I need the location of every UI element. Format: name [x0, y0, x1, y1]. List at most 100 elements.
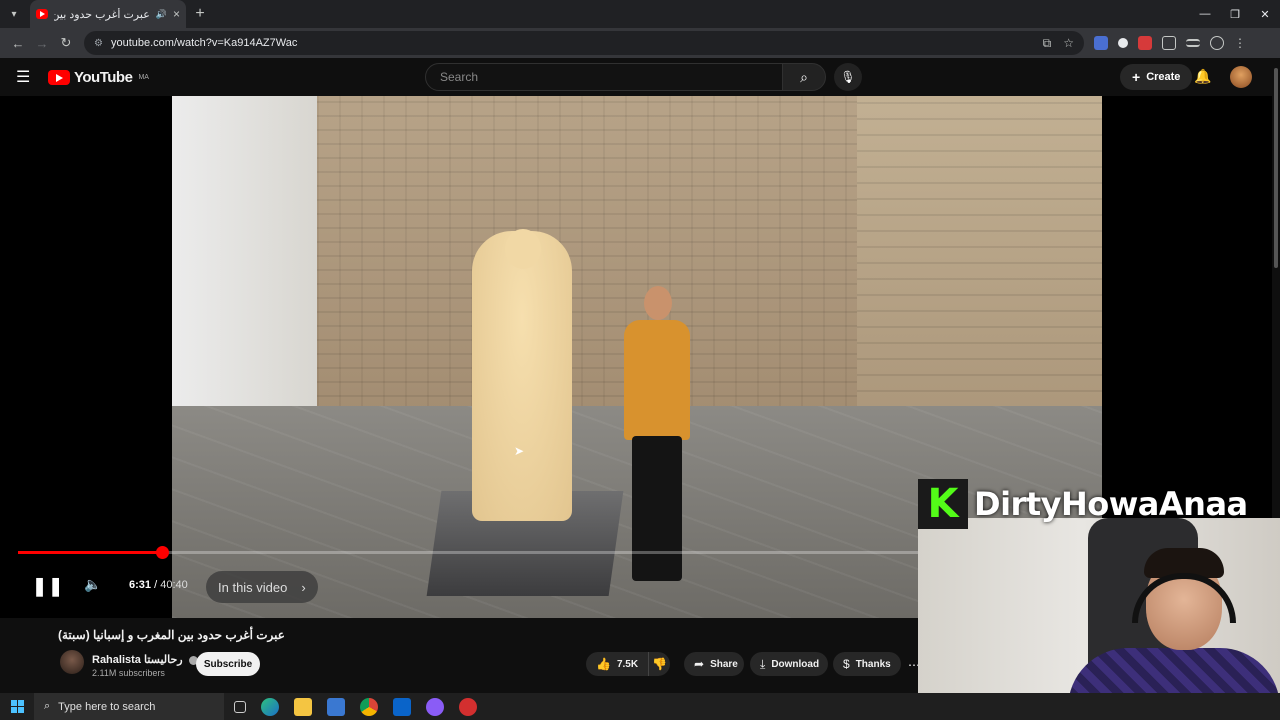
browser-tab-strip: ▾ عبرت أغرب حدود بين المغرب 🔊 × + — ❐ ✕: [0, 0, 1280, 28]
video-title: عبرت أغرب حدود بين المغرب و إسبانيا (سبت…: [58, 628, 285, 642]
progress-played: [18, 551, 162, 554]
search-box: [425, 63, 783, 91]
share-label: Share: [710, 658, 738, 670]
edge-icon[interactable]: [261, 697, 279, 716]
browser-tab-active[interactable]: عبرت أغرب حدود بين المغرب 🔊 ×: [30, 0, 186, 28]
statue: [472, 231, 572, 521]
back-button[interactable]: ←: [6, 36, 30, 51]
channel-name-row[interactable]: Rahalista رحاليستا: [92, 653, 198, 666]
chevron-right-icon: ›: [301, 579, 306, 595]
presenter-pants: [632, 436, 682, 581]
tab-title: عبرت أغرب حدود بين المغرب: [54, 8, 150, 21]
site-info-icon[interactable]: ⚙: [94, 38, 103, 49]
pause-icon[interactable]: ❚❚: [32, 576, 64, 597]
country-code: MA: [138, 73, 149, 81]
progress-scrubber[interactable]: [156, 546, 169, 559]
share-arrow-icon: ➦: [694, 657, 705, 671]
time-display: 6:31 / 40:40: [129, 579, 188, 591]
dislike-button[interactable]: 👎: [648, 652, 670, 676]
windows-taskbar: ⌕ Type here to search: [0, 693, 1280, 720]
red-extension-icon[interactable]: [1138, 36, 1152, 50]
file-explorer-icon[interactable]: [294, 697, 312, 716]
windows-start-icon[interactable]: [0, 700, 34, 713]
download-label: Download: [771, 658, 820, 670]
thanks-dollar-icon: $: [843, 657, 850, 671]
browser-toolbar: ← → ↻ ⚙ youtube.com/watch?v=Ka914AZ7Wac …: [0, 28, 1280, 58]
kick-logo-icon: K: [918, 479, 968, 529]
address-bar[interactable]: ⚙ youtube.com/watch?v=Ka914AZ7Wac ⧉ ☆: [84, 31, 1084, 55]
webcam-overlay: [918, 518, 1280, 720]
like-count: 7.5K: [616, 658, 639, 670]
close-window-icon[interactable]: ✕: [1250, 8, 1280, 21]
youtube-header: ☰ YouTube MA ⌕ 🎙 + Create 🔔: [0, 58, 1280, 96]
create-label: Create: [1146, 71, 1181, 83]
mouse-cursor-icon: ➤: [514, 444, 525, 458]
statue-head: [505, 229, 541, 269]
channel-avatar[interactable]: [60, 650, 84, 674]
chrome-icon[interactable]: [360, 697, 378, 716]
search-icon: ⌕: [800, 68, 808, 85]
url-text: youtube.com/watch?v=Ka914AZ7Wac: [110, 37, 298, 49]
video-info: عبرت أغرب حدود بين المغرب و إسبانيا (سبت…: [0, 618, 920, 686]
channel-name: Rahalista رحاليستا: [92, 654, 183, 666]
thumbs-up-icon: 👍: [596, 657, 611, 671]
thanks-button[interactable]: $ Thanks: [833, 652, 901, 676]
install-app-icon[interactable]: ⧉: [1043, 36, 1052, 51]
tab-search-chevron-icon[interactable]: ▾: [0, 0, 28, 28]
current-time: 6:31: [129, 579, 152, 591]
tab-audio-icon[interactable]: 🔊: [156, 9, 167, 20]
chapter-label: In this video: [218, 579, 288, 595]
restore-window-icon[interactable]: ❐: [1220, 8, 1250, 21]
microphone-icon: 🎙: [840, 70, 856, 84]
minimize-window-icon[interactable]: —: [1190, 8, 1220, 21]
bookmark-star-icon[interactable]: ☆: [1063, 36, 1074, 51]
subscriber-count: 2.11M subscribers: [92, 668, 165, 678]
volume-icon[interactable]: 🔈: [84, 576, 101, 593]
taskbar-search[interactable]: ⌕ Type here to search: [34, 693, 224, 720]
create-button[interactable]: + Create: [1120, 64, 1193, 90]
guide-menu-icon[interactable]: ☰: [16, 67, 36, 87]
forward-button[interactable]: →: [30, 36, 54, 51]
store-icon[interactable]: [327, 697, 345, 716]
presenter-shirt: [624, 320, 690, 440]
download-button[interactable]: ⤓ Download: [750, 652, 828, 676]
progress-bar[interactable]: [18, 546, 918, 559]
search-icon: ⌕: [44, 700, 51, 712]
chrome-menu-icon[interactable]: ⋮: [1234, 36, 1246, 50]
notifications-bell-icon[interactable]: 🔔: [1194, 68, 1211, 85]
recorder-icon[interactable]: [459, 697, 477, 716]
presenter: [624, 286, 690, 586]
thumbs-down-icon: 👎: [652, 657, 667, 671]
taskbar-search-placeholder: Type here to search: [58, 700, 156, 713]
download-icon: ⤓: [760, 656, 766, 671]
media-control-icon[interactable]: [1186, 39, 1200, 47]
plus-icon: +: [1132, 69, 1141, 85]
new-tab-button[interactable]: +: [186, 5, 214, 23]
task-view-icon[interactable]: [234, 700, 246, 713]
tab-close-icon[interactable]: ×: [173, 7, 180, 21]
youtube-logo[interactable]: YouTube MA: [48, 69, 149, 86]
like-button[interactable]: 👍 7.5K: [586, 652, 650, 676]
youtube-play-logo-icon: [48, 69, 70, 85]
presenter-head: [644, 286, 672, 320]
reload-button[interactable]: ↻: [54, 35, 78, 51]
translate-extension-icon[interactable]: [1094, 36, 1108, 50]
search-input[interactable]: [440, 70, 782, 84]
account-avatar[interactable]: [1230, 66, 1252, 88]
outlook-icon[interactable]: [393, 697, 411, 716]
streamer-name: DirtyHowaAnaa: [974, 485, 1248, 523]
profile-icon[interactable]: [1210, 36, 1224, 50]
app-icon[interactable]: [426, 697, 444, 716]
streamer-name-overlay: K DirtyHowaAnaa: [918, 479, 1280, 529]
duration: 40:40: [160, 579, 188, 591]
voice-search-button[interactable]: 🎙: [834, 63, 862, 91]
search-button[interactable]: ⌕: [782, 63, 826, 91]
stone-wall-back: [317, 96, 857, 411]
chapters-button[interactable]: In this video ›: [206, 571, 318, 603]
youtube-wordmark: YouTube: [74, 68, 133, 86]
subscribe-button[interactable]: Subscribe: [196, 652, 260, 676]
extensions-puzzle-icon[interactable]: [1162, 36, 1176, 50]
share-button[interactable]: ➦ Share: [684, 652, 744, 676]
extension-icon[interactable]: [1118, 38, 1128, 48]
stone-wall-right: [857, 96, 1102, 456]
